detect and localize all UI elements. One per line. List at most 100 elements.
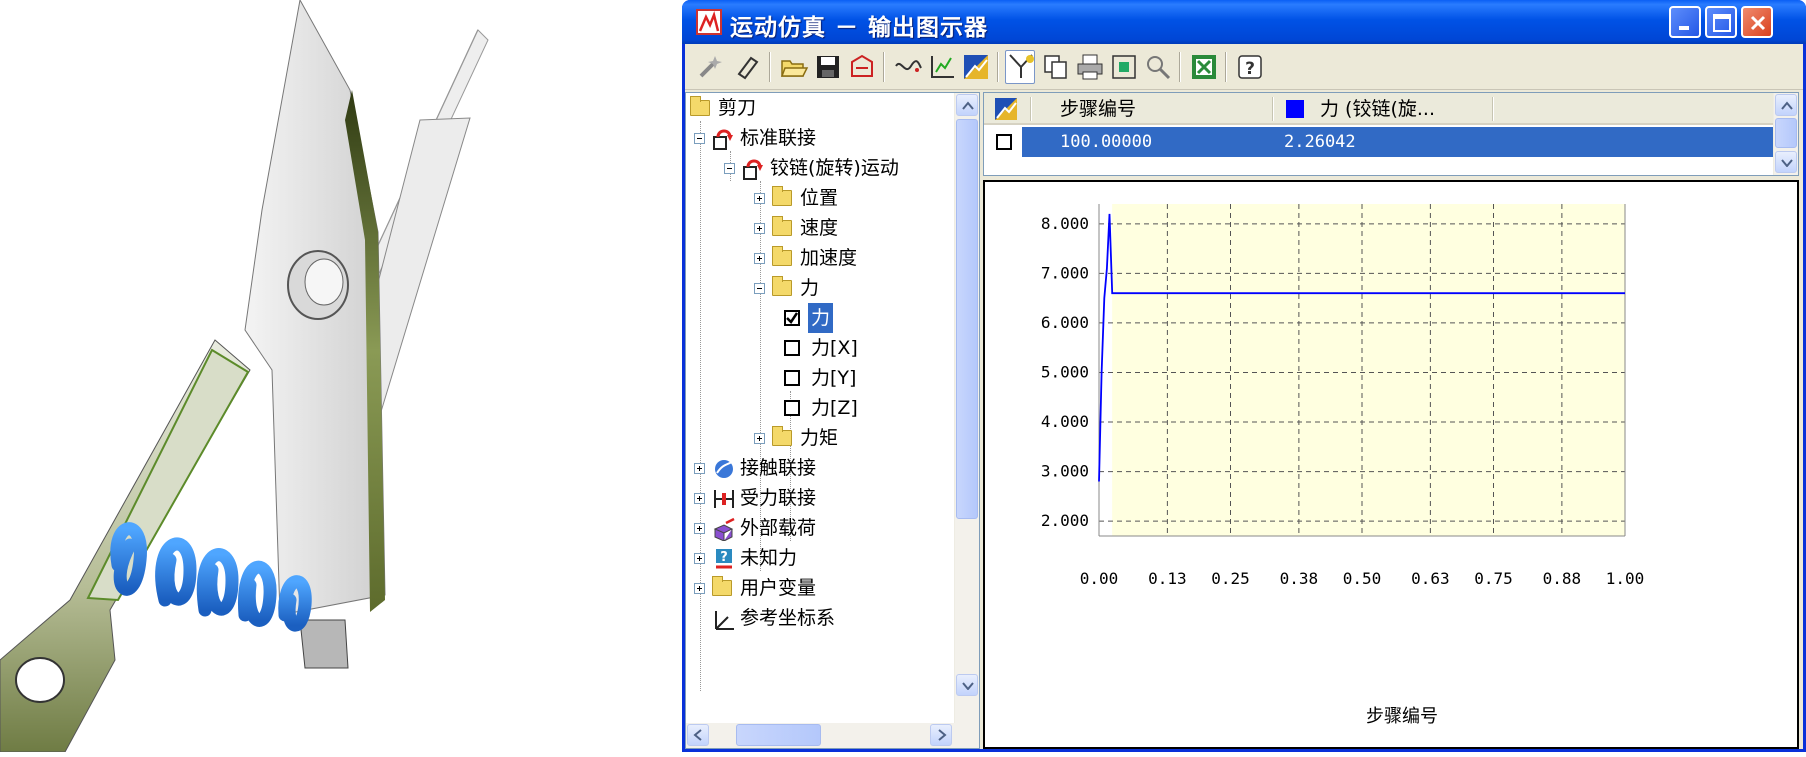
maximize-icon: [1713, 14, 1731, 32]
header-separator: [1030, 97, 1032, 121]
checkbox[interactable]: [784, 340, 800, 356]
curve-button[interactable]: [893, 52, 923, 82]
results-tree[interactable]: 剪刀 标准联接 铰链(旋转)运动 位置 速度 加速度 力 力 力[X] 力[Y]…: [685, 92, 980, 749]
expand-icon[interactable]: [694, 463, 705, 474]
scroll-thumb[interactable]: [736, 724, 821, 746]
title-bar[interactable]: 运动仿真 － 输出图示器: [682, 0, 1806, 44]
checkbox-checked[interactable]: [784, 310, 800, 326]
series-color-swatch: [1286, 100, 1304, 118]
folder-icon: [772, 186, 792, 206]
minimize-button[interactable]: [1669, 6, 1701, 38]
save-icon: [817, 56, 839, 78]
arrow-left-icon: [693, 729, 702, 741]
open-button[interactable]: [779, 52, 809, 82]
collapse-icon[interactable]: [754, 283, 765, 294]
help-button[interactable]: ?: [1235, 52, 1265, 82]
y-tick-label: 7.000: [1041, 263, 1089, 282]
toolbar-separator: [997, 52, 999, 82]
excel-button[interactable]: [1189, 52, 1219, 82]
excel-icon: [1192, 55, 1216, 79]
tree-item-label: 未知力: [740, 547, 798, 569]
scroll-thumb[interactable]: [1775, 118, 1797, 148]
tree-connector: [700, 121, 701, 691]
coordinate-system-icon: [715, 611, 734, 630]
tree-item-label: 铰链(旋转)运动: [770, 157, 899, 179]
tree-item-label: 用户变量: [740, 577, 817, 599]
expand-icon[interactable]: [694, 523, 705, 534]
expand-icon[interactable]: [754, 433, 765, 444]
data-list[interactable]: 步骤编号 力 (铰链(旋... 100.00000 2.26042: [983, 92, 1799, 176]
toolbar-separator: [1179, 52, 1181, 82]
folder-icon: [690, 96, 710, 116]
plot-area: [1112, 204, 1625, 536]
eraser-button[interactable]: [731, 52, 761, 82]
expand-icon[interactable]: [694, 583, 705, 594]
joint-icon: [713, 129, 733, 150]
scroll-right-button[interactable]: [930, 724, 952, 746]
zoom-fit-button[interactable]: [1109, 52, 1139, 82]
checkbox[interactable]: [784, 400, 800, 416]
chart-panel[interactable]: 2.000 3.000 4.000 5.000 6.000 7.000 8.000 0.00…: [983, 180, 1799, 749]
tree-item-label: 力: [808, 303, 834, 333]
scroll-left-button[interactable]: [687, 724, 709, 746]
axis-edit-button[interactable]: [927, 52, 957, 82]
expand-icon[interactable]: [754, 223, 765, 234]
maximize-button[interactable]: [1705, 6, 1737, 38]
table-row[interactable]: 100.00000 2.26042: [984, 127, 1774, 157]
column-header-force[interactable]: 力 (铰链(旋...: [1320, 93, 1435, 125]
close-button[interactable]: [1741, 6, 1773, 38]
expand-icon[interactable]: [754, 253, 765, 264]
tree-vertical-scrollbar[interactable]: [954, 93, 979, 723]
chart-color-button[interactable]: [961, 52, 991, 82]
collapse-icon[interactable]: [694, 133, 705, 144]
column-header-step[interactable]: 步骤编号: [1060, 93, 1136, 125]
save-button[interactable]: [813, 52, 843, 82]
x-tick-label: 0.13: [1148, 569, 1187, 588]
x-tick-label: 0.38: [1280, 569, 1319, 588]
scroll-down-button[interactable]: [956, 674, 978, 696]
chart-color-icon: [995, 98, 1017, 120]
scroll-up-button[interactable]: [1775, 94, 1797, 116]
tree-item-label: 位置: [800, 187, 839, 209]
tree-item-label: 速度: [800, 217, 839, 239]
zoom-button[interactable]: [1143, 52, 1173, 82]
handle-hole: [15, 657, 65, 703]
checkbox[interactable]: [784, 370, 800, 386]
arrow-down-icon: [1781, 159, 1793, 167]
list-vertical-scrollbar[interactable]: [1773, 93, 1798, 175]
tree-item-label: 力: [800, 277, 820, 299]
svg-text:?: ?: [1245, 59, 1255, 79]
expand-icon[interactable]: [694, 553, 705, 564]
export-button[interactable]: [847, 52, 877, 82]
arrow-up-icon: [962, 101, 974, 110]
collapse-icon[interactable]: [724, 163, 735, 174]
tree-item-label: 接触联接: [740, 457, 817, 479]
copy-button[interactable]: [1041, 52, 1071, 82]
copy-icon: [1044, 55, 1067, 79]
folder-icon: [712, 576, 732, 596]
row-checkbox[interactable]: [996, 134, 1012, 150]
scroll-up-button[interactable]: [956, 94, 978, 116]
wand-button[interactable]: [695, 52, 725, 82]
folder-icon: [772, 426, 792, 446]
force-chart[interactable]: 2.000 3.000 4.000 5.000 6.000 7.000 8.000 0.00…: [985, 182, 1797, 747]
x-tick-label: 0.25: [1211, 569, 1250, 588]
wand-icon: [699, 56, 722, 78]
scroll-down-button[interactable]: [1775, 151, 1797, 173]
x-tick-label: 0.00: [1080, 569, 1119, 588]
print-button[interactable]: [1075, 52, 1105, 82]
svg-text:?: ?: [720, 550, 728, 565]
expand-icon[interactable]: [694, 493, 705, 504]
scroll-thumb[interactable]: [956, 119, 978, 519]
expand-icon[interactable]: [754, 193, 765, 204]
tree-horizontal-scrollbar[interactable]: [686, 723, 979, 748]
app-icon: [696, 9, 722, 35]
arrow-down-icon: [962, 682, 974, 690]
y-tick-label: 4.000: [1041, 412, 1089, 431]
toolbar-separator: [883, 52, 885, 82]
folder-icon: [772, 216, 792, 236]
spring: [110, 522, 312, 632]
tree-item-label: 力[Z]: [811, 397, 858, 419]
filter-button[interactable]: [1005, 50, 1035, 84]
x-tick-label: 1.00: [1606, 569, 1645, 588]
